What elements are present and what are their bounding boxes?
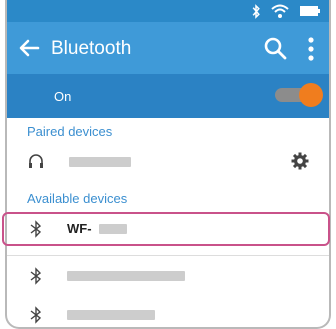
bluetooth-icon xyxy=(30,306,42,324)
available-devices-header: Available devices xyxy=(27,191,128,206)
highlight-frame xyxy=(2,212,330,246)
redacted-device-name xyxy=(67,310,155,320)
status-bar xyxy=(7,0,329,22)
gear-icon[interactable] xyxy=(291,152,309,170)
app-bar: Bluetooth xyxy=(7,22,329,74)
battery-status-icon xyxy=(300,6,320,16)
bluetooth-toggle-switch[interactable] xyxy=(275,83,323,107)
redacted-device-name xyxy=(67,271,185,281)
overflow-menu-icon[interactable] xyxy=(301,36,321,62)
paired-devices-header: Paired devices xyxy=(27,124,113,139)
redacted-device-name xyxy=(69,157,131,167)
headphones-icon xyxy=(29,154,43,168)
back-arrow-icon[interactable] xyxy=(17,36,41,60)
bluetooth-icon xyxy=(30,267,42,285)
page-title: Bluetooth xyxy=(51,38,132,59)
available-device-row[interactable] xyxy=(7,295,329,327)
bluetooth-status-icon xyxy=(252,3,260,19)
wifi-status-icon xyxy=(271,4,289,18)
status-icons xyxy=(251,3,321,19)
paired-device-row[interactable] xyxy=(7,141,329,181)
bluetooth-toggle-bar[interactable]: On xyxy=(7,74,329,118)
toggle-label: On xyxy=(54,89,72,104)
available-device-row[interactable] xyxy=(7,256,329,296)
phone-screen: Bluetooth On Paired devices Available de… xyxy=(5,0,331,329)
toggle-knob xyxy=(299,83,323,107)
search-icon[interactable] xyxy=(263,36,287,60)
